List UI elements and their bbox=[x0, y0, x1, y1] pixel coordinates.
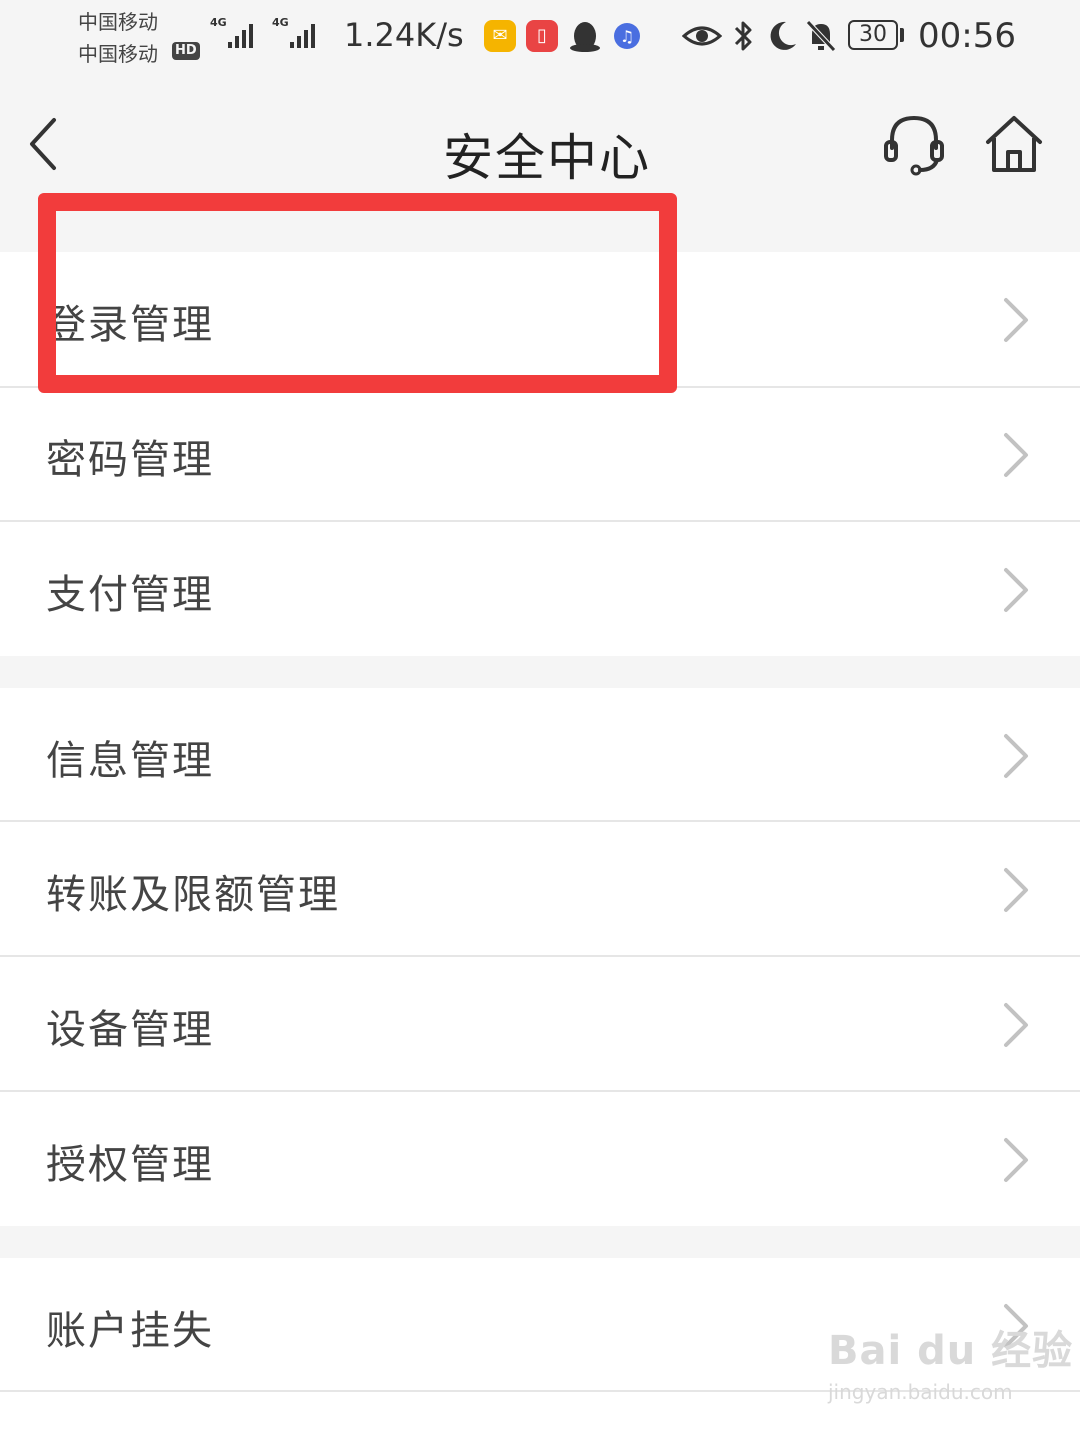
chevron-left-icon[interactable] bbox=[24, 116, 64, 172]
moon-icon bbox=[770, 21, 796, 50]
bluetooth-icon bbox=[734, 21, 752, 51]
chevron-right-icon bbox=[1004, 734, 1028, 778]
signal-bars-icon bbox=[228, 24, 253, 48]
menu-item-label: 设备管理 bbox=[46, 1007, 214, 1053]
watermark-sub: jingyan.baidu.com bbox=[828, 1380, 1013, 1404]
net-speed: 1.24K/s bbox=[344, 16, 464, 54]
svg-text:♫: ♫ bbox=[620, 27, 634, 46]
menu-item-label: 信息管理 bbox=[46, 738, 214, 784]
home-icon[interactable] bbox=[982, 112, 1046, 176]
chevron-right-icon bbox=[1004, 1138, 1028, 1182]
menu-item-label: 授权管理 bbox=[46, 1142, 214, 1188]
menu-item-payment-management[interactable]: 支付管理 bbox=[0, 522, 1080, 656]
menu-item-password-management[interactable]: 密码管理 bbox=[0, 387, 1080, 521]
menu-item-label: 密码管理 bbox=[46, 437, 214, 483]
watermark-main: Bai du 经验 bbox=[828, 1328, 1074, 1374]
book-app-icon: ▯ bbox=[526, 20, 558, 52]
settings-group-2: 信息管理 转账及限额管理 设备管理 授权管理 bbox=[0, 688, 1080, 1226]
signal-bars-icon bbox=[290, 24, 315, 48]
qq-icon bbox=[570, 22, 600, 52]
menu-item-label: 账户挂失 bbox=[46, 1308, 214, 1354]
battery-icon: 30 bbox=[848, 20, 898, 50]
status-bar: 中国移动 中国移动 HD 4G 4G 1.24K/s ✉ ▯ ♫ 30 00:5… bbox=[0, 0, 1080, 80]
hd-badge: HD bbox=[172, 42, 200, 60]
menu-item-label: 支付管理 bbox=[46, 572, 214, 618]
highlight-annotation-box bbox=[38, 193, 677, 393]
menu-item-transfer-limit-management[interactable]: 转账及限额管理 bbox=[0, 822, 1080, 956]
menu-item-label: 转账及限额管理 bbox=[46, 872, 340, 918]
carrier-2-label: 中国移动 bbox=[78, 42, 158, 66]
headset-icon[interactable] bbox=[882, 112, 946, 176]
mail-app-icon: ✉ bbox=[484, 20, 516, 52]
mute-bell-icon bbox=[806, 20, 836, 52]
eye-icon bbox=[682, 26, 722, 46]
chevron-right-icon bbox=[1004, 568, 1028, 612]
baidu-jingyan-watermark: Bai du 经验 jingyan.baidu.com bbox=[828, 1318, 1073, 1404]
chevron-right-icon bbox=[1004, 433, 1028, 477]
music-app-icon: ♫ bbox=[614, 23, 640, 49]
clock: 00:56 bbox=[918, 16, 1016, 56]
menu-item-info-management[interactable]: 信息管理 bbox=[0, 688, 1080, 822]
chevron-right-icon bbox=[1004, 1003, 1028, 1047]
battery-tip bbox=[900, 28, 904, 42]
chevron-right-icon bbox=[1004, 868, 1028, 912]
carrier-1-label: 中国移动 bbox=[78, 10, 158, 34]
menu-item-device-management[interactable]: 设备管理 bbox=[0, 957, 1080, 1091]
chevron-right-icon bbox=[1004, 298, 1028, 342]
page-title: 安全中心 bbox=[443, 129, 651, 187]
menu-item-authorization-management[interactable]: 授权管理 bbox=[0, 1092, 1080, 1226]
